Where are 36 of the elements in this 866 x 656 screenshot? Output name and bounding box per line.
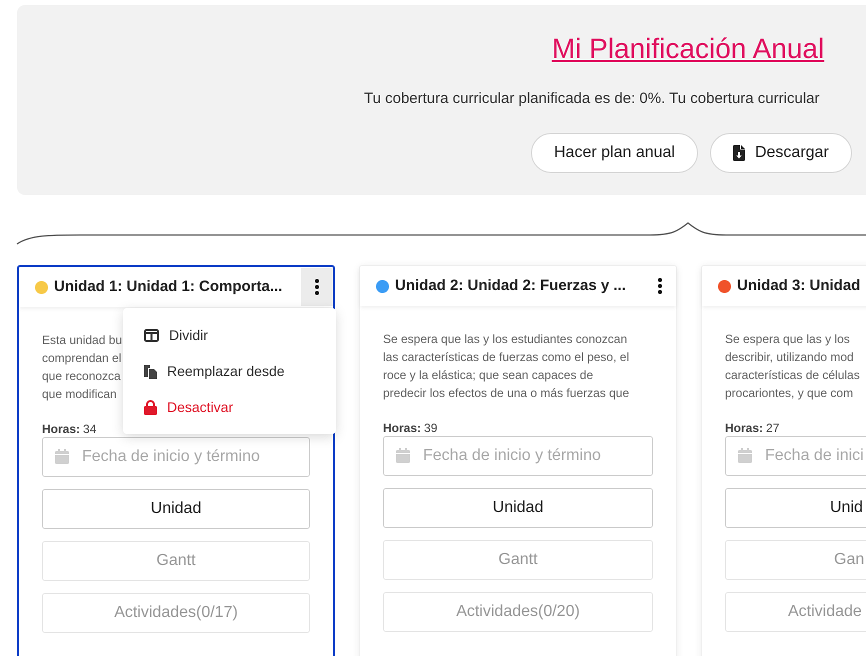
page-title-link[interactable]: Mi Planificación Anual: [552, 31, 824, 67]
menu-item[interactable]: Dividir: [123, 317, 336, 353]
paste-icon: [144, 364, 157, 378]
columns-icon: [144, 328, 159, 342]
date-field[interactable]: Fecha de inici: [725, 436, 866, 476]
unit-card[interactable]: [359, 265, 677, 656]
download-button[interactable]: Descargar: [710, 133, 852, 173]
date-field[interactable]: Fecha de inicio y término: [42, 437, 310, 477]
calendar-icon: [738, 448, 752, 463]
menu-item[interactable]: Reemplazar desde: [123, 353, 336, 389]
coverage-text: Tu cobertura curricular planificada es de: 0%. Tu cobertura curricular: [364, 89, 820, 109]
unit-button[interactable]: Unidad: [42, 489, 310, 529]
unit-title: Unidad 2: Unidad 2: Fuerzas y ...: [395, 276, 626, 296]
hours-value: 27: [766, 421, 780, 435]
unit-description: Se espera que las y los describir, utilizando mod características de células procariontes, y que com: [725, 331, 860, 402]
unit-title: Unidad 1: Unidad 1: Comporta...: [54, 276, 282, 297]
annual-plan-button[interactable]: Hacer plan anual: [531, 133, 698, 173]
hours-value: 34: [83, 422, 96, 436]
file-download-icon: [732, 145, 745, 161]
lock-icon: [144, 400, 157, 414]
calendar-icon: [55, 449, 69, 464]
calendar-icon: [396, 448, 410, 463]
more-options-button[interactable]: [301, 268, 333, 306]
unit-description: Esta unidad bu comprendan el que reconozca que modifican: [42, 332, 122, 403]
date-field[interactable]: Fecha de inicio y término: [383, 436, 653, 476]
unit-description: Se espera que las y los estudiantes conozcan las características de fuerzas como el peso, el roce y la elástica; que sean capaces de predecir los efectos de una o más fuerzas que: [383, 331, 630, 402]
hours-value: 39: [424, 421, 438, 435]
hours-label: Horas:: [42, 422, 80, 436]
unit-title: Unidad 3: Unidad: [737, 276, 860, 296]
menu-item[interactable]: Desactivar: [123, 389, 336, 425]
vertical-dots-icon: [658, 278, 662, 294]
hours-label: Horas:: [725, 421, 764, 435]
vertical-dots-icon: [315, 279, 319, 295]
unit-button[interactable]: Unid: [725, 488, 866, 528]
unit-button[interactable]: Unidad: [383, 488, 653, 528]
hours-label: Horas:: [383, 421, 422, 435]
